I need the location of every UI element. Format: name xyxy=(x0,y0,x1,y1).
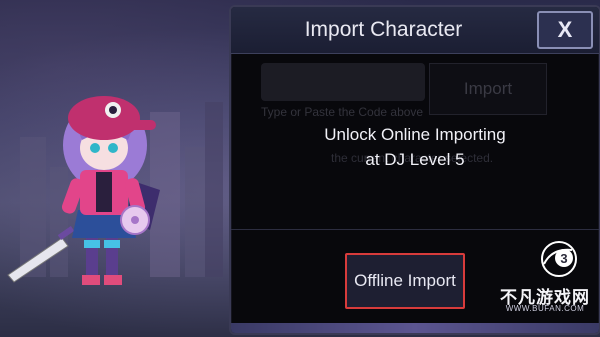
dialog-title: Import Character xyxy=(304,18,463,41)
unlock-message-line2: at DJ Level 5 xyxy=(365,150,465,169)
character-preview xyxy=(7,96,160,285)
watermark-logo-text: 3 xyxy=(560,251,567,266)
close-button[interactable]: X xyxy=(537,11,593,49)
unlock-message-line1: Unlock Online Importing xyxy=(324,125,506,144)
import-button[interactable]: Import xyxy=(429,63,547,115)
dialog-divider xyxy=(231,229,599,230)
sword-icon xyxy=(7,225,75,283)
unlock-message: Unlock Online Importing at DJ Level 5 xyxy=(231,122,599,172)
close-icon: X xyxy=(557,17,573,42)
watermark-logo-icon: 3 xyxy=(541,241,577,277)
code-input[interactable] xyxy=(261,63,425,101)
dialog-footer xyxy=(231,323,599,333)
watermark-url: WWW.BUFAN.COM xyxy=(505,304,585,313)
offline-import-button[interactable]: Offline Import xyxy=(345,253,465,309)
dialog-header: Import Character X xyxy=(231,7,599,54)
code-hint-text: Type or Paste the Code above xyxy=(261,105,424,119)
